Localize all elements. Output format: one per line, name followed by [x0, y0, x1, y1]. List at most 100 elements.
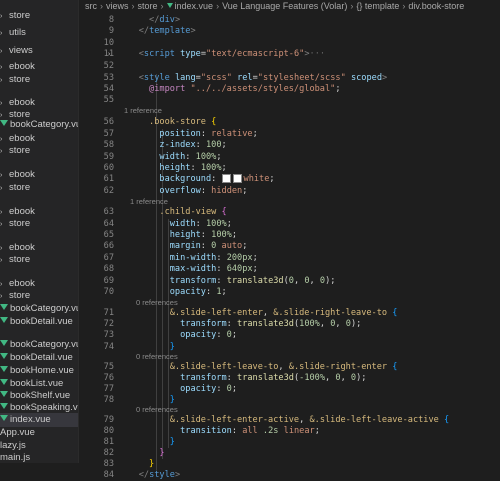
code-line[interactable]: 72 transform: translate3d(100%, 0, 0);	[80, 319, 500, 330]
code-text: &.slide-left-enter-active, &.slide-left-…	[169, 415, 450, 425]
code-line[interactable]: 9 </template>	[80, 26, 500, 37]
codelens-label: 1 reference	[130, 197, 168, 206]
code-text: opacity: 0;	[180, 330, 238, 340]
breadcrumb-store[interactable]: store	[138, 1, 158, 11]
code-line[interactable]: 60 height: 100%;	[80, 163, 500, 174]
line-number: 67	[103, 253, 114, 263]
sidebar-item-bookhome-vue[interactable]: bookHome.vue	[0, 364, 78, 378]
code-line[interactable]: 11 › <script type="text/ecmascript-6">···	[80, 49, 500, 60]
code-line[interactable]: 80 transition: all .2s linear;	[80, 426, 500, 437]
line-number: 60	[103, 163, 114, 173]
sidebar-item-label: ebook	[9, 242, 35, 253]
code-line[interactable]: 10	[80, 38, 500, 49]
sidebar-item-bookcategory-vue[interactable]: bookCategory.vue	[0, 118, 78, 132]
line-number: 55	[103, 95, 114, 105]
code-line[interactable]: 56 .book-store {	[80, 117, 500, 128]
sidebar-item-bookcategory-vue[interactable]: bookCategory.vue	[0, 153, 78, 159]
codelens-references[interactable]: 0 references	[80, 405, 500, 414]
code-line[interactable]: 52	[80, 61, 500, 72]
breadcrumb-src[interactable]: src	[85, 1, 97, 11]
breadcrumb-views[interactable]: views	[106, 1, 129, 11]
sidebar-item-main-js[interactable]: main.js	[0, 451, 78, 463]
sidebar-item-bookcategory-vue[interactable]: bookCategory.vue	[0, 82, 78, 88]
sidebar-item-bookcategory-vue[interactable]: bookCategory.vue	[0, 302, 78, 316]
code-line[interactable]: 82 }	[80, 448, 500, 459]
sidebar-item-label: utils	[9, 27, 26, 38]
code-line[interactable]: 84 </style>	[80, 470, 500, 481]
vue-file-icon	[0, 317, 8, 324]
sidebar-item-bookdetail-vue[interactable]: bookDetail.vue	[0, 351, 78, 365]
code-line[interactable]: 53 <style lang="scss" rel="stylesheet/sc…	[80, 73, 500, 84]
code-line[interactable]: 83 }	[80, 459, 500, 470]
code-editor[interactable]: 8 </div> 9 </template> 10 11 › <script type=…	[80, 12, 500, 480]
sidebar-item-label: bookCategory.vue	[10, 303, 78, 314]
code-text: transform: translate3d(-100%, 0, 0);	[180, 373, 367, 383]
code-line[interactable]: 64 width: 100%;	[80, 219, 500, 230]
line-number: 76	[103, 373, 114, 383]
vue-file-icon	[0, 415, 8, 422]
breadcrumb-template[interactable]: template	[365, 1, 400, 11]
codelens-references[interactable]: 1 reference	[80, 106, 500, 115]
sidebar-item-views[interactable]: › views	[0, 44, 78, 58]
sidebar-item-index-vue[interactable]: index.vue	[0, 413, 78, 427]
sidebar-item-utils[interactable]: › utils	[0, 26, 78, 40]
sidebar-item-store[interactable]: › store	[0, 289, 78, 303]
code-line[interactable]: 63 .child-view {	[80, 207, 500, 218]
code-line[interactable]: 59 width: 100%;	[80, 152, 500, 163]
sidebar-item-app-vue[interactable]: App.vue	[0, 426, 78, 440]
code-line[interactable]: 8 </div>	[80, 15, 500, 26]
sidebar-item-ebook[interactable]: › ebook	[0, 60, 78, 74]
sidebar-item-label: store	[9, 10, 31, 21]
code-line[interactable]: 76 transform: translate3d(-100%, 0, 0);	[80, 373, 500, 384]
sidebar-item-store[interactable]: › store	[0, 9, 78, 23]
sidebar-item--imooc-ebook[interactable]: -IMOOC-EBOOK	[0, 0, 78, 2]
fold-chevron-icon[interactable]: ›	[107, 49, 111, 60]
code-line[interactable]: 69 transform: translate3d(0, 0, 0);	[80, 276, 500, 287]
sidebar-item-label: bookCategory.vue	[10, 119, 78, 130]
codelens-references[interactable]: 0 references	[80, 352, 500, 361]
sidebar-item-ebook[interactable]: › ebook	[0, 168, 78, 182]
code-line[interactable]: 75 &.slide-left-leave-to, &.slide-right-…	[80, 362, 500, 373]
code-text: position: relative;	[159, 129, 258, 139]
code-line[interactable]: 55	[80, 95, 500, 106]
code-line[interactable]: 77 opacity: 0;	[80, 384, 500, 395]
sidebar-item-bookcategory-vue[interactable]: bookCategory.vue	[0, 338, 78, 352]
code-line[interactable]: 58 z-index: 100;	[80, 140, 500, 151]
breadcrumb-element[interactable]: div.book-store	[408, 1, 464, 11]
line-number: 9	[108, 26, 114, 36]
sidebar-item-bookcategory-vue[interactable]: bookCategory.vue	[0, 190, 78, 196]
code-line[interactable]: 66 margin: 0 auto;	[80, 241, 500, 252]
chevron-right-icon: ›	[100, 1, 103, 11]
code-line[interactable]: 68 max-width: 640px;	[80, 264, 500, 275]
line-number: 57	[103, 129, 114, 139]
breadcrumb-file[interactable]: index.vue	[175, 1, 214, 11]
code-text: &.slide-left-enter, &.slide-right-leave-…	[169, 308, 398, 318]
sidebar-item-bookcategory-vue[interactable]: bookCategory.vue	[0, 225, 78, 231]
line-number: 82	[103, 448, 114, 458]
breadcrumb: src › views › store › index.vue › Vue Language F…	[80, 0, 500, 12]
codelens-references[interactable]: 0 references	[80, 298, 500, 307]
code-line[interactable]: 70 opacity: 1;	[80, 287, 500, 298]
code-line[interactable]: 67 min-width: 200px;	[80, 253, 500, 264]
code-line[interactable]: 73 opacity: 0;	[80, 330, 500, 341]
code-line[interactable]: 81 }	[80, 437, 500, 448]
code-line[interactable]: 57 position: relative;	[80, 129, 500, 140]
sidebar-item-label: bookHome.vue	[10, 365, 74, 376]
code-line[interactable]: 61 background: white;	[80, 174, 500, 185]
sidebar-item-label: main.js	[0, 452, 31, 463]
code-text: </div>	[149, 15, 181, 25]
sidebar-item-bookhome-vue[interactable]: bookHome.vue	[0, 325, 78, 331]
codelens-references[interactable]: 1 reference	[80, 197, 500, 206]
code-line[interactable]: 62 overflow: hidden;	[80, 186, 500, 197]
code-line[interactable]: 65 height: 100%;	[80, 230, 500, 241]
line-number: 64	[103, 219, 114, 229]
code-line[interactable]: 79 &.slide-left-enter-active, &.slide-le…	[80, 415, 500, 426]
code-line[interactable]: 71 &.slide-left-enter, &.slide-right-lea…	[80, 308, 500, 319]
code-text: background: white;	[159, 174, 275, 184]
sidebar-item-bookcategory-vue[interactable]: bookCategory.vue	[0, 262, 78, 268]
breadcrumb-language[interactable]: Vue Language Features (Volar)	[222, 1, 347, 11]
code-line[interactable]: 54 @import "../../assets/styles/global";	[80, 84, 500, 95]
line-number: 70	[103, 287, 114, 297]
line-number: 79	[103, 415, 114, 425]
sidebar-item-label: ebook	[9, 278, 35, 289]
